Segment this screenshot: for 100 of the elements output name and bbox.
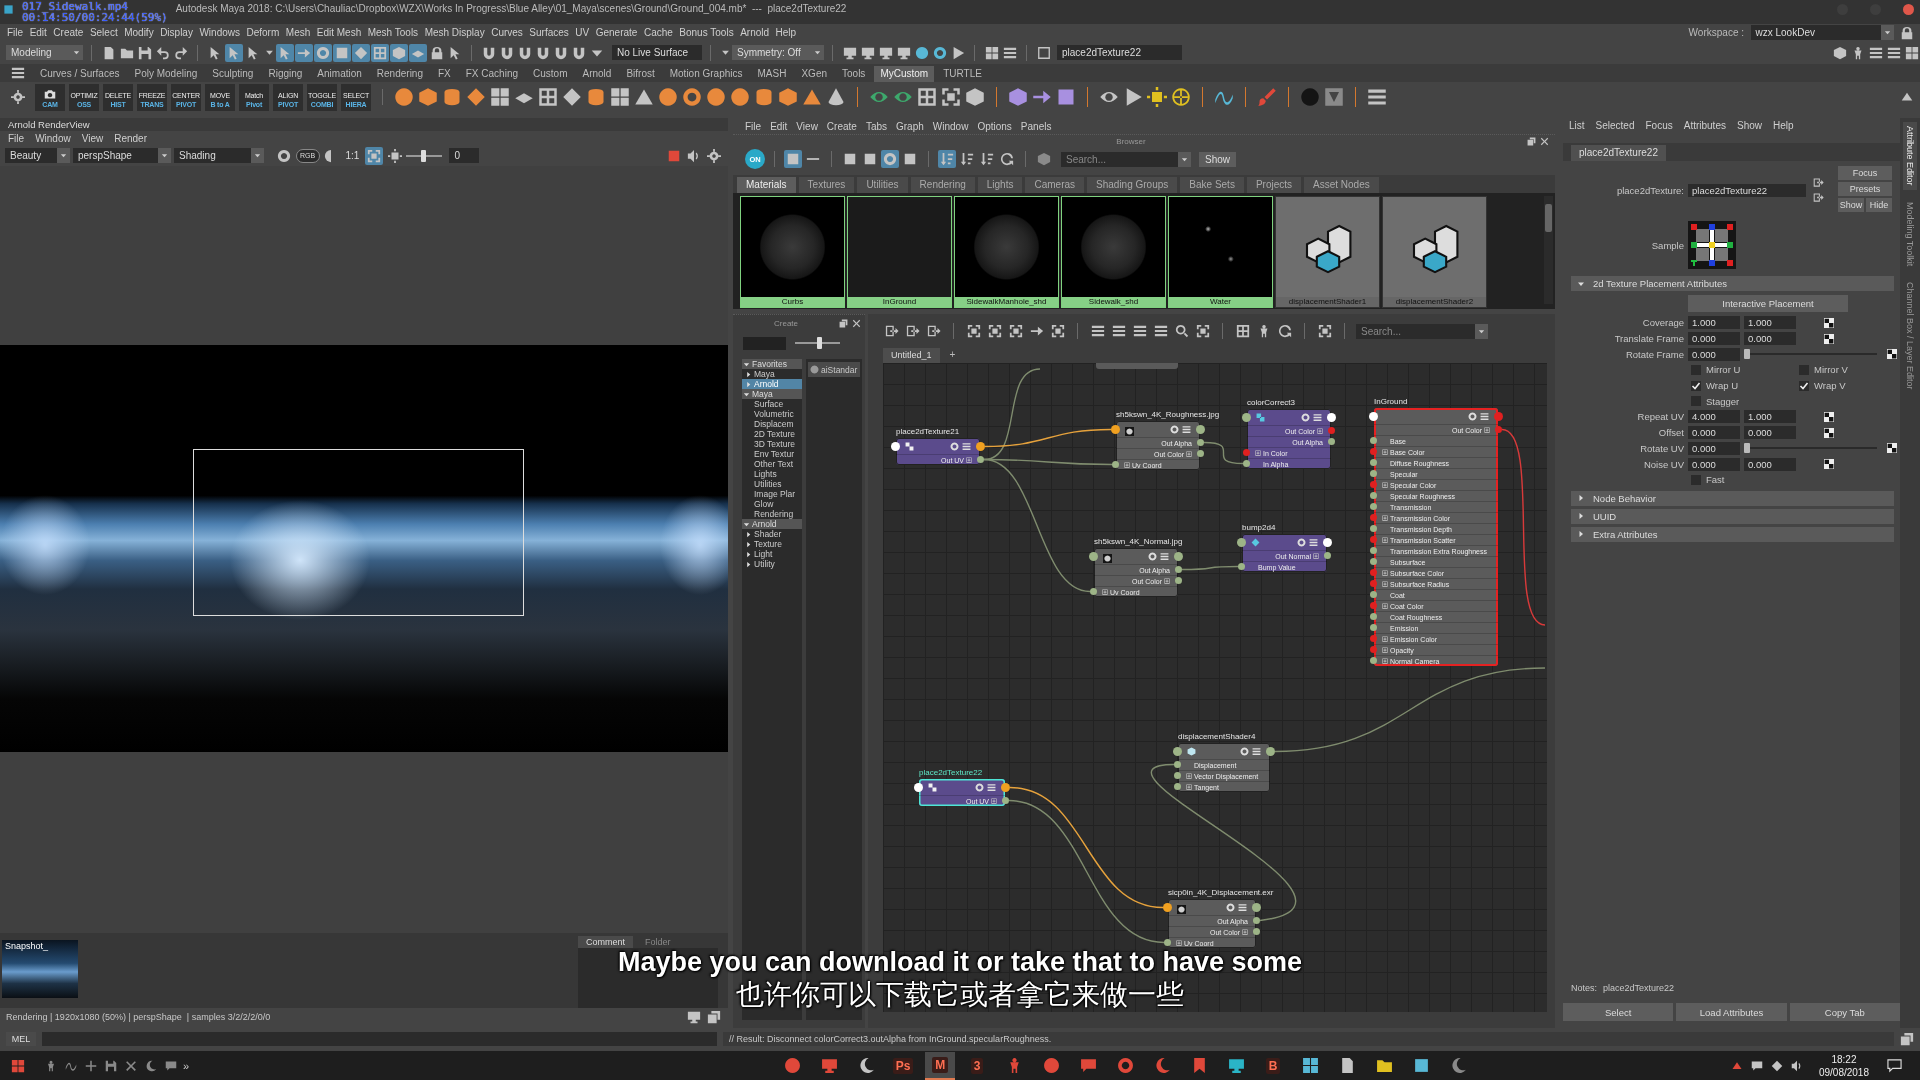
shelf-tab[interactable]: Custom — [527, 66, 574, 82]
menu-item[interactable]: Mesh — [285, 27, 311, 38]
slider-thumb[interactable] — [1744, 443, 1750, 454]
filter-field[interactable] — [743, 336, 786, 350]
language-button[interactable]: MEL — [6, 1032, 36, 1046]
menu-item[interactable]: Mesh Tools — [367, 27, 419, 38]
shelf-tab[interactable]: MyCustom — [874, 66, 935, 82]
side-tab[interactable]: Channel Box / Layer Editor — [1903, 277, 1917, 394]
checkbox[interactable] — [1799, 380, 1809, 391]
lines-icon[interactable] — [1002, 45, 1017, 60]
port-dot[interactable] — [1370, 525, 1377, 532]
diamond-icon[interactable] — [352, 43, 370, 62]
checker-icon[interactable] — [1824, 459, 1834, 470]
port-dot[interactable] — [1327, 413, 1336, 422]
interactive-placement-button[interactable]: Interactive Placement — [1688, 295, 1848, 312]
hexagon-icon[interactable] — [778, 87, 798, 107]
expand-arrow-icon[interactable] — [745, 550, 752, 558]
menu-item[interactable]: View — [81, 132, 104, 144]
lines-icon[interactable] — [1160, 552, 1169, 561]
four-squares-icon[interactable] — [11, 1058, 25, 1073]
presets-button[interactable]: Presets — [1838, 182, 1892, 196]
hide-button[interactable]: Hide — [1866, 198, 1892, 212]
port-dot[interactable] — [1002, 797, 1009, 804]
connection-wire[interactable] — [1009, 786, 1164, 909]
port-dot[interactable] — [1266, 747, 1275, 756]
caret-up-icon[interactable] — [1900, 90, 1914, 104]
node-name-field[interactable]: place2dTexture22 — [1688, 183, 1806, 197]
float-icon[interactable] — [706, 1009, 721, 1024]
menu-item[interactable]: Cache — [643, 27, 673, 38]
port-dot[interactable] — [1370, 580, 1377, 587]
plus-box-icon[interactable] — [1124, 462, 1130, 468]
section-header[interactable]: 2d Texture Placement Attributes — [1571, 276, 1894, 291]
number-field[interactable]: 0.000 — [1688, 332, 1740, 346]
cone-icon[interactable] — [826, 87, 846, 107]
port-dot[interactable] — [1370, 591, 1377, 598]
expand-arrow-icon[interactable] — [743, 520, 750, 528]
slider-track[interactable] — [1744, 443, 1877, 454]
monitor-icon[interactable] — [896, 45, 911, 60]
monitor-icon[interactable] — [686, 1009, 701, 1024]
menu-item[interactable]: Curves — [491, 27, 523, 38]
square-icon[interactable] — [784, 150, 802, 168]
speaker-icon[interactable] — [1790, 1059, 1803, 1072]
menu-item[interactable]: Generate — [595, 27, 638, 38]
lines-icon[interactable] — [1090, 324, 1105, 338]
port-dot[interactable] — [1252, 903, 1261, 912]
tree-item[interactable]: Volumetric — [742, 409, 802, 419]
ring-icon[interactable] — [1148, 552, 1157, 561]
number-field[interactable]: 4.000 — [1688, 410, 1740, 424]
checkbox[interactable] — [1691, 364, 1701, 375]
plus-box-icon[interactable] — [1382, 636, 1388, 642]
port-dot[interactable] — [976, 442, 985, 451]
frame-icon[interactable] — [987, 324, 1002, 338]
menu-item[interactable]: Panels — [1020, 120, 1052, 132]
close-icon[interactable] — [1540, 137, 1549, 146]
port-dot[interactable] — [1164, 939, 1171, 946]
add-tab-button[interactable]: + — [945, 349, 960, 363]
caret-icon[interactable] — [720, 48, 730, 57]
port-dot[interactable] — [1197, 439, 1204, 446]
node-card[interactable] — [1096, 363, 1178, 369]
number-field[interactable]: 0.000 — [1688, 426, 1740, 440]
number-field[interactable]: 0.000 — [1744, 332, 1796, 346]
four-squares-icon[interactable] — [1904, 45, 1919, 60]
speaker-icon[interactable] — [686, 148, 701, 163]
search-icon[interactable] — [1174, 324, 1189, 338]
menu-item[interactable]: Graph — [896, 120, 924, 132]
tree-item[interactable]: Image Plar — [742, 489, 802, 499]
taskbar-button[interactable]: Ps — [888, 1051, 919, 1080]
magnet-icon[interactable] — [535, 45, 550, 60]
expand-arrow-icon[interactable] — [1577, 530, 1585, 539]
expand-arrow-icon[interactable] — [745, 560, 752, 568]
person-icon[interactable] — [45, 1059, 57, 1072]
browser-tab[interactable]: Cameras — [1025, 177, 1085, 193]
frame-icon[interactable] — [1008, 324, 1023, 338]
expand-arrow-icon[interactable] — [1577, 494, 1585, 503]
plus-box-icon[interactable] — [1317, 428, 1323, 434]
side-tab[interactable]: Attribute Editor — [1903, 122, 1917, 190]
four-squares-icon[interactable] — [490, 87, 510, 107]
number-field[interactable]: 0.000 — [1744, 426, 1796, 440]
expand-arrow-icon[interactable] — [745, 370, 752, 378]
cursor-icon[interactable] — [225, 43, 243, 62]
menu-item[interactable]: Options — [977, 120, 1012, 132]
side-tab[interactable]: Modeling Toolkit — [1903, 197, 1917, 270]
port-dot[interactable] — [1175, 577, 1182, 584]
menu-item[interactable]: Render — [114, 132, 147, 144]
menu-item[interactable]: File — [7, 27, 24, 38]
node-type-item[interactable]: aiStandar — [808, 362, 860, 377]
grid-icon[interactable] — [538, 87, 558, 107]
lines-icon[interactable] — [1153, 324, 1168, 338]
ring-icon[interactable] — [682, 87, 702, 107]
port-dot[interactable] — [914, 783, 923, 792]
expand-arrow-icon[interactable] — [743, 360, 750, 368]
port-dot[interactable] — [1370, 503, 1377, 510]
box-arrow-icon[interactable] — [926, 324, 941, 338]
checker-icon[interactable] — [1887, 349, 1897, 360]
taskbar-button[interactable]: B — [1258, 1051, 1289, 1080]
port-dot[interactable] — [1238, 563, 1245, 570]
port-dot[interactable] — [1370, 481, 1377, 488]
four-squares-icon[interactable] — [610, 87, 630, 107]
expand-arrow-icon[interactable] — [743, 390, 750, 398]
lines-icon[interactable] — [987, 783, 996, 792]
